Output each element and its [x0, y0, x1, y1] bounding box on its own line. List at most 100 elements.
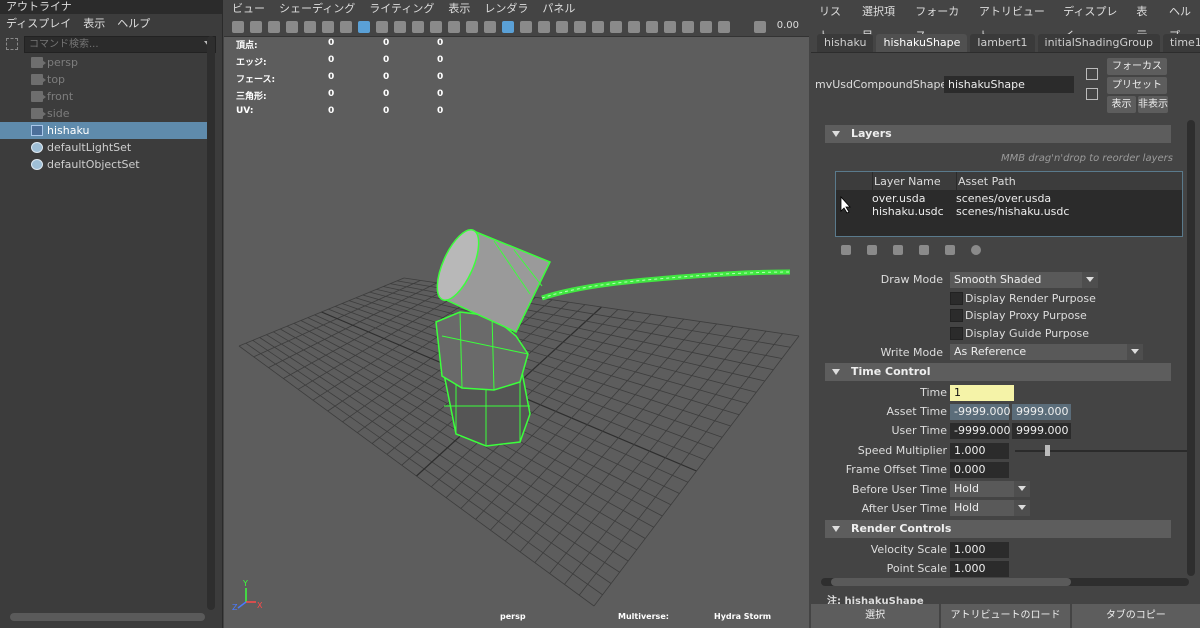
resolution-gate-icon[interactable] [394, 21, 406, 33]
camera-attributes-icon[interactable] [250, 21, 262, 33]
outliner-item-side[interactable]: side [0, 105, 207, 122]
layers-table[interactable]: Layer Name Asset Path over.usda scenes/o… [835, 171, 1183, 237]
pencil-icon[interactable] [340, 21, 352, 33]
draw-mode-dropdown[interactable]: Smooth Shaded [950, 272, 1098, 288]
outliner-search-input[interactable] [24, 36, 216, 53]
grease-pencil-icon[interactable] [322, 21, 334, 33]
field-chart-icon[interactable] [430, 21, 442, 33]
move-down-icon[interactable] [919, 245, 929, 255]
attr-vertical-scrollbar[interactable] [1187, 120, 1195, 576]
wireframe-icon[interactable] [484, 21, 496, 33]
display-guide-purpose-checkbox[interactable] [950, 327, 963, 340]
time-control-section-header[interactable]: Time Control [825, 363, 1171, 381]
tab-hishakushape[interactable]: hishakuShape [876, 34, 968, 52]
add-layer-icon[interactable] [841, 245, 851, 255]
frame-offset-field[interactable]: 0.000 [950, 462, 1009, 478]
select-camera-icon[interactable] [232, 21, 244, 33]
load-attributes-button[interactable]: アトリビュートのロード [941, 604, 1070, 628]
attr-menu-selected[interactable]: 選択項目 [862, 0, 903, 42]
attr-menu-attributes[interactable]: アトリビュート [979, 0, 1051, 42]
shadows-icon[interactable] [574, 21, 586, 33]
asset-time-max-field[interactable]: 9999.000 [1012, 404, 1071, 420]
time-field[interactable]: 1 [950, 385, 1014, 401]
outliner-menu-display[interactable]: ディスプレイ [6, 14, 71, 34]
tab-time1[interactable]: time1 [1162, 34, 1200, 52]
viewport-panel[interactable]: ビュー シェーディング ライティング 表示 レンダラ パネル 0.00 Y X … [224, 0, 809, 628]
outliner-vertical-scrollbar[interactable] [207, 36, 215, 610]
slider-handle[interactable] [1045, 445, 1050, 456]
tab-hishaku[interactable]: hishaku [817, 34, 874, 52]
outliner-menu-show[interactable]: 表示 [83, 14, 105, 34]
xray-joints-icon[interactable] [664, 21, 676, 33]
filter-icon[interactable] [6, 38, 18, 50]
viewport-menu-shading[interactable]: シェーディング [279, 0, 355, 18]
asset-time-min-field[interactable]: -9999.000 [950, 404, 1010, 420]
move-icon[interactable] [304, 21, 316, 33]
viewport-menu-view[interactable]: ビュー [232, 0, 265, 18]
display-proxy-purpose-checkbox[interactable] [950, 309, 963, 322]
viewport-menu-show[interactable]: 表示 [448, 0, 470, 18]
outliner-item-top[interactable]: top [0, 71, 207, 88]
wireframe-on-shaded-icon[interactable] [520, 21, 532, 33]
outliner-item-defaultobjectset[interactable]: defaultObjectSet [0, 156, 207, 173]
grid-icon[interactable] [358, 21, 370, 33]
attr-horizontal-scrollbar[interactable] [821, 578, 1189, 586]
point-scale-field[interactable]: 1.000 [950, 561, 1009, 577]
focus-input-icon[interactable] [1086, 68, 1098, 80]
presets-button[interactable]: プリセット [1107, 77, 1167, 94]
xray-components-icon[interactable] [682, 21, 694, 33]
refresh-icon[interactable] [971, 245, 981, 255]
attr-menu-show[interactable]: 表示 [1136, 0, 1157, 42]
attr-menu-display[interactable]: ディスプレイ [1063, 0, 1124, 42]
gamma-icon[interactable] [718, 21, 730, 33]
xray-icon[interactable] [646, 21, 658, 33]
anti-aliasing-icon[interactable] [610, 21, 622, 33]
outliner-item-defaultlightset[interactable]: defaultLightSet [0, 139, 207, 156]
scrollbar-thumb[interactable] [831, 578, 1071, 586]
attr-menu-help[interactable]: ヘルプ [1169, 0, 1200, 42]
tab-lambert1[interactable]: lambert1 [970, 34, 1035, 52]
select-button[interactable]: 選択 [811, 604, 940, 628]
outliner-item-hishaku[interactable]: hishaku [0, 122, 207, 139]
viewport-menu-renderer[interactable]: レンダラ [484, 0, 528, 18]
viewport-menu-lighting[interactable]: ライティング [369, 0, 434, 18]
layers-section-header[interactable]: Layers [825, 125, 1171, 143]
col-layer-name[interactable]: Layer Name [874, 175, 941, 188]
outliner-horizontal-scrollbar[interactable] [10, 613, 205, 621]
user-time-max-field[interactable]: 9999.000 [1012, 423, 1071, 439]
table-row[interactable]: over.usda scenes/over.usda [872, 192, 1172, 205]
after-user-time-dropdown[interactable]: Hold [950, 500, 1030, 516]
tab-initialshadinggroup[interactable]: initialShadingGroup [1037, 34, 1160, 52]
remove-layer-icon[interactable] [867, 245, 877, 255]
speed-multiplier-slider[interactable] [1015, 450, 1195, 452]
move-up-icon[interactable] [893, 245, 903, 255]
film-gate-icon[interactable] [376, 21, 388, 33]
display-render-purpose-checkbox[interactable] [950, 292, 963, 305]
layer-list-icon[interactable] [945, 245, 955, 255]
col-asset-path[interactable]: Asset Path [958, 175, 1016, 188]
use-lights-icon[interactable] [556, 21, 568, 33]
focus-button[interactable]: フォーカス [1107, 58, 1167, 75]
exposure-icon[interactable] [700, 21, 712, 33]
outliner-menu-help[interactable]: ヘルプ [117, 14, 150, 34]
render-controls-section-header[interactable]: Render Controls [825, 520, 1171, 538]
exposure-value[interactable]: 0.00 [777, 20, 799, 31]
image-plane-icon[interactable] [286, 21, 298, 33]
user-time-min-field[interactable]: -9999.000 [950, 423, 1010, 439]
copy-tab-button[interactable]: タブのコピー [1071, 604, 1200, 628]
color-management-icon[interactable] [754, 21, 766, 33]
ambient-occlusion-icon[interactable] [592, 21, 604, 33]
velocity-scale-field[interactable]: 1.000 [950, 542, 1009, 558]
attr-menu-list[interactable]: リスト [819, 0, 850, 42]
viewport-menu-panels[interactable]: パネル [542, 0, 575, 18]
safe-title-icon[interactable] [466, 21, 478, 33]
safe-action-icon[interactable] [448, 21, 460, 33]
hide-button[interactable]: 非表示 [1138, 96, 1168, 113]
bookmark-icon[interactable] [268, 21, 280, 33]
node-name-field[interactable]: hishakuShape [944, 76, 1074, 93]
gate-mask-icon[interactable] [412, 21, 424, 33]
textured-icon[interactable] [538, 21, 550, 33]
write-mode-dropdown[interactable]: As Reference [950, 344, 1143, 360]
show-button[interactable]: 表示 [1107, 96, 1136, 113]
outliner-item-persp[interactable]: persp [0, 54, 207, 71]
